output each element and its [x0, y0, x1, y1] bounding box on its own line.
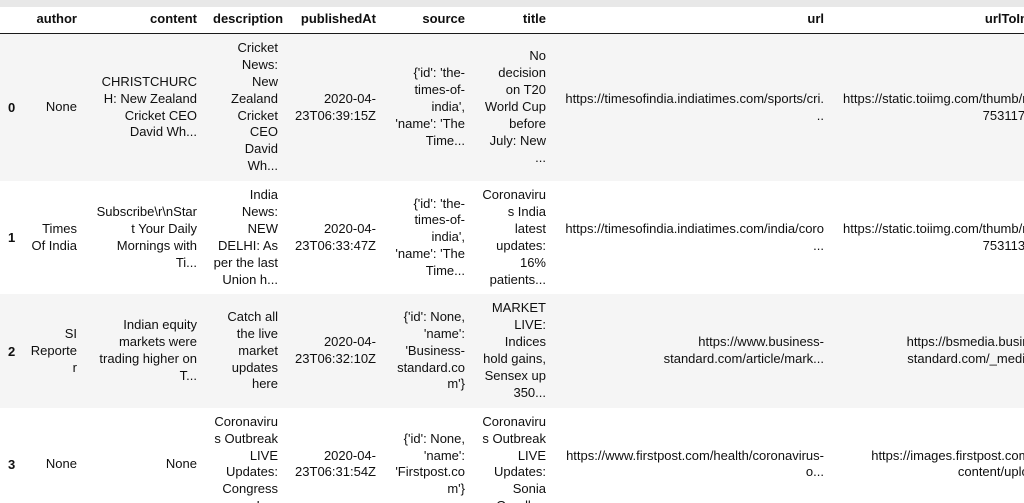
cell-title: MARKET LIVE: Indices hold gains, Sensex … — [473, 294, 554, 408]
row-index-label: 2 — [0, 294, 22, 408]
cell-url: https://www.business-standard.com/articl… — [554, 294, 832, 408]
cell-content: CHRISTCHURCH: New Zealand Cricket CEO Da… — [85, 33, 205, 182]
cell-author: Times Of India — [22, 181, 85, 295]
cell-url: https://timesofindia.indiatimes.com/spor… — [554, 33, 832, 182]
column-header-url[interactable]: url — [554, 7, 832, 34]
cell-urltoimage: https://static.toiimg.com/thumb/msid-753… — [832, 33, 1024, 182]
dataframe-header: author content description publishedAt s… — [0, 7, 1024, 34]
cell-description: Cricket News: New Zealand Cricket CEO Da… — [205, 33, 286, 182]
column-header-publishedat[interactable]: publishedAt — [286, 7, 384, 34]
column-header-index — [0, 7, 22, 34]
cell-description: Coronavirus Outbreak LIVE Updates: Congr… — [205, 407, 286, 503]
dataframe-scroll-container[interactable]: author content description publishedAt s… — [0, 7, 1024, 503]
cell-url: https://timesofindia.indiatimes.com/indi… — [554, 181, 832, 295]
cell-title: Coronavirus Outbreak LIVE Updates: Sonia… — [473, 407, 554, 503]
cell-title: Coronavirus India latest updates: 16% pa… — [473, 181, 554, 295]
cell-description: Catch all the live market updates here — [205, 294, 286, 408]
table-row[interactable]: 1 Times Of India Subscribe\r\nStart Your… — [0, 181, 1024, 295]
cell-publishedat: 2020-04-23T06:31:54Z — [286, 407, 384, 503]
column-header-source[interactable]: source — [384, 7, 473, 34]
column-header-urltoimage[interactable]: urlToImage — [832, 7, 1024, 34]
cell-publishedat: 2020-04-23T06:39:15Z — [286, 33, 384, 182]
cell-urltoimage: https://images.firstpost.com/wp-content/… — [832, 407, 1024, 503]
header-row: author content description publishedAt s… — [0, 7, 1024, 34]
table-row[interactable]: 0 None CHRISTCHURCH: New Zealand Cricket… — [0, 33, 1024, 182]
column-header-description[interactable]: description — [205, 7, 286, 34]
cell-publishedat: 2020-04-23T06:32:10Z — [286, 294, 384, 408]
cell-content: Indian equity markets were trading highe… — [85, 294, 205, 408]
dataframe-body: 0 None CHRISTCHURCH: New Zealand Cricket… — [0, 33, 1024, 503]
row-index-label: 3 — [0, 407, 22, 503]
cell-content: None — [85, 407, 205, 503]
column-header-content[interactable]: content — [85, 7, 205, 34]
cell-urltoimage: https://static.toiimg.com/thumb/msid-753… — [832, 181, 1024, 295]
row-index-label: 0 — [0, 33, 22, 182]
table-row[interactable]: 2 SI Reporter Indian equity markets were… — [0, 294, 1024, 408]
cell-source: {'id': 'the-times-of-india', 'name': 'Th… — [384, 33, 473, 182]
table-row[interactable]: 3 None None Coronavirus Outbreak LIVE Up… — [0, 407, 1024, 503]
cell-urltoimage: https://bsmedia.business-standard.com/_m… — [832, 294, 1024, 408]
cell-title: No decision on T20 World Cup before July… — [473, 33, 554, 182]
cell-publishedat: 2020-04-23T06:33:47Z — [286, 181, 384, 295]
cell-author: None — [22, 33, 85, 182]
column-header-author[interactable]: author — [22, 7, 85, 34]
dataframe-table: author content description publishedAt s… — [0, 7, 1024, 503]
cell-content: Subscribe\r\nStart Your Daily Mornings w… — [85, 181, 205, 295]
cell-author: SI Reporter — [22, 294, 85, 408]
cell-source: {'id': None, 'name': 'Business-standard.… — [384, 294, 473, 408]
cell-source: {'id': 'the-times-of-india', 'name': 'Th… — [384, 181, 473, 295]
notebook-output-viewport: author content description publishedAt s… — [0, 0, 1024, 503]
cell-description: India News: NEW DELHI: As per the last U… — [205, 181, 286, 295]
output-top-band — [0, 0, 1024, 7]
cell-author: None — [22, 407, 85, 503]
cell-source: {'id': None, 'name': 'Firstpost.com'} — [384, 407, 473, 503]
cell-url: https://www.firstpost.com/health/coronav… — [554, 407, 832, 503]
row-index-label: 1 — [0, 181, 22, 295]
column-header-title[interactable]: title — [473, 7, 554, 34]
